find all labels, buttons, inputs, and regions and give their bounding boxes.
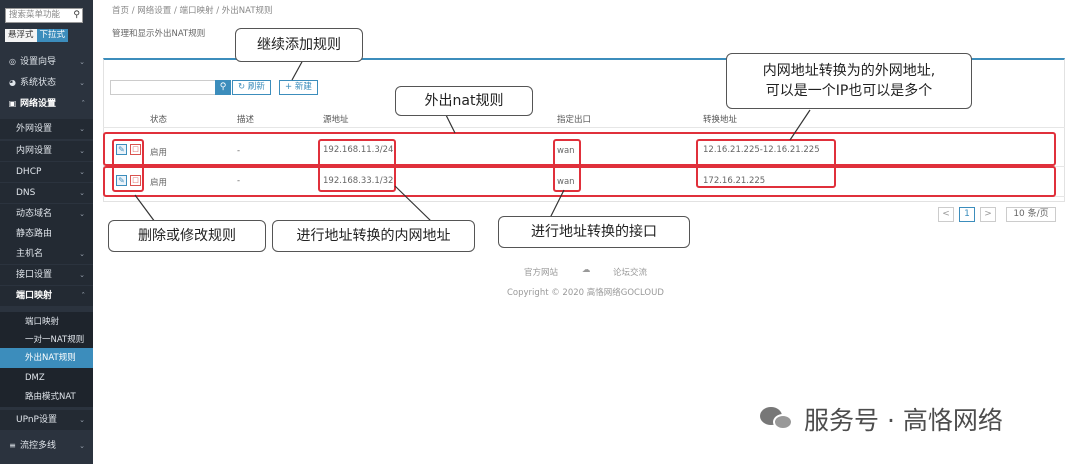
callout-translated-address: 内网地址转换为的外网地址, 可以是一个IP也可以是多个	[726, 53, 972, 109]
next-page-button[interactable]: >	[980, 207, 996, 222]
footer-copyright: Copyright © 2020 高恪网络GOCLOUD	[507, 288, 664, 298]
chevron-down-icon: ⌄	[79, 58, 85, 66]
chevron-down-icon: ⌄	[79, 442, 85, 450]
sidebar-item-wan[interactable]: 外网设置 ⌄	[0, 119, 93, 139]
sidebar-item-iface[interactable]: 接口设置 ⌄	[0, 265, 93, 285]
col-source: 源地址	[323, 115, 349, 125]
search-icon: ⚲	[219, 82, 227, 92]
plus-icon: +	[285, 82, 293, 92]
sidebar-item-portmap-sub[interactable]: 端口映射	[0, 312, 93, 332]
col-translated: 转换地址	[703, 115, 738, 125]
add-rule-button[interactable]: + 新建	[279, 80, 318, 95]
menu-search-input[interactable]: 搜索菜单功能 ⚲	[5, 8, 83, 23]
sidebar-item-ddns[interactable]: 动态域名 ⌄	[0, 204, 93, 224]
chevron-down-icon: ⌄	[79, 189, 85, 197]
callout-edit-delete: 删除或修改规则	[108, 220, 266, 252]
callout-add-more: 继续添加规则	[235, 28, 363, 62]
sidebar-item-upnp[interactable]: UPnP设置 ⌄	[0, 410, 93, 430]
refresh-icon: ↻	[238, 82, 246, 92]
col-status: 状态	[150, 115, 168, 125]
chevron-down-icon: ⌄	[79, 79, 85, 87]
cloud-icon: ☁	[582, 265, 591, 275]
sidebar-item-hostname[interactable]: 主机名 ⌄	[0, 244, 93, 264]
chevron-up-icon: ˆ	[81, 100, 86, 108]
chevron-down-icon: ⌄	[79, 250, 85, 258]
search-button[interactable]: ⚲	[215, 80, 231, 95]
highlight-actions	[112, 139, 144, 192]
chevron-up-icon: ˆ	[81, 292, 86, 300]
breadcrumb: 首页 / 网络设置 / 端口映射 / 外出NAT规则	[112, 6, 273, 16]
highlight-outif	[553, 139, 581, 192]
footer-forum-link[interactable]: 论坛交流	[613, 266, 647, 278]
sidebar-item-outbound-nat[interactable]: 外出NAT规则	[0, 348, 93, 368]
col-outif: 指定出口	[557, 115, 592, 125]
dashboard-icon: ◕	[9, 78, 16, 87]
chevron-down-icon: ⌄	[79, 210, 85, 218]
sidebar-item-router-nat[interactable]: 路由模式NAT	[0, 387, 93, 407]
wechat-icon	[760, 405, 794, 433]
highlight-translated	[696, 139, 836, 188]
watermark: 服务号 · 高恪网络	[760, 401, 1003, 437]
monitor-icon: ▣	[8, 99, 17, 108]
chevron-down-icon: ⌄	[79, 168, 85, 176]
sidebar-item-dhcp[interactable]: DHCP ⌄	[0, 162, 93, 182]
sidebar-item-status[interactable]: ◕ 系统状态 ⌄	[0, 73, 93, 93]
search-icon[interactable]: ⚲	[73, 9, 80, 22]
sidebar-item-one-to-one-nat[interactable]: 一对一NAT规则	[0, 330, 93, 350]
callout-interface: 进行地址转换的接口	[498, 216, 690, 248]
callout-inner-address: 进行地址转换的内网地址	[272, 220, 475, 252]
prev-page-button[interactable]: <	[938, 207, 954, 222]
footer-site-link[interactable]: 官方网站	[524, 266, 558, 278]
sidebar-item-flow[interactable]: ≡ 流控多线 ⌄	[0, 436, 93, 456]
sidebar-item-lan[interactable]: 内网设置 ⌄	[0, 141, 93, 161]
compass-icon: ◎	[9, 57, 16, 66]
page-size-select[interactable]: 10 条/页	[1006, 207, 1056, 222]
sidebar-item-dmz[interactable]: DMZ	[0, 368, 93, 388]
chevron-down-icon: ⌄	[79, 125, 85, 133]
flow-icon: ≡	[9, 441, 16, 450]
table-header-divider	[103, 127, 1065, 128]
mode-dropdown-button[interactable]: 下拉式	[36, 29, 69, 42]
sidebar: 搜索菜单功能 ⚲ 悬浮式 下拉式 ◎ 设置向导 ⌄ ◕ 系统状态 ⌄ ▣ 网络设置 ˆ 外网…	[0, 0, 93, 464]
chevron-down-icon: ⌄	[79, 271, 85, 279]
sidebar-item-wizard[interactable]: ◎ 设置向导 ⌄	[0, 52, 93, 72]
menu-mode-toggle: 悬浮式 下拉式	[5, 29, 69, 42]
search-placeholder: 搜索菜单功能	[9, 10, 61, 20]
sidebar-item-static-route[interactable]: 静态路由	[0, 224, 93, 244]
col-desc: 描述	[237, 115, 255, 125]
chevron-down-icon: ⌄	[79, 147, 85, 155]
sidebar-item-dns[interactable]: DNS ⌄	[0, 183, 93, 203]
rule-search-input[interactable]	[110, 80, 216, 95]
refresh-button[interactable]: ↻ 刷新	[232, 80, 271, 95]
mode-float-button[interactable]: 悬浮式	[5, 29, 37, 42]
chevron-down-icon: ⌄	[79, 416, 85, 424]
sidebar-item-portmap[interactable]: 端口映射 ˆ	[0, 286, 93, 306]
sidebar-item-network[interactable]: ▣ 网络设置 ˆ	[0, 94, 93, 114]
callout-outbound-rule: 外出nat规则	[395, 86, 533, 116]
highlight-source	[318, 139, 396, 192]
page-subtitle: 管理和显示外出NAT规则	[112, 29, 206, 39]
page-1-button[interactable]: 1	[959, 207, 975, 222]
